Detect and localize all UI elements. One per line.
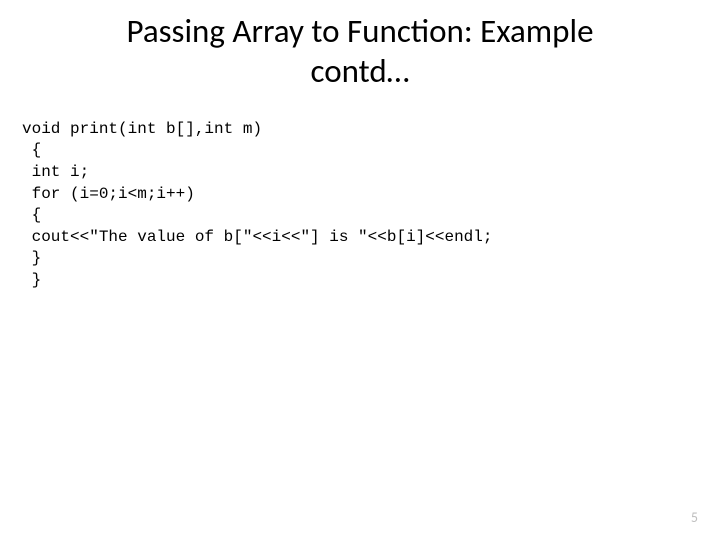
title-line-1: Passing Array to Function: Example	[127, 11, 594, 51]
code-line: int i;	[22, 163, 89, 181]
code-line: {	[22, 141, 41, 159]
slide-title: Passing Array to Function: Example contd…	[0, 0, 720, 91]
title-line-2: contd…	[311, 51, 410, 91]
code-block: void print(int b[],int m) { int i; for (…	[0, 91, 720, 313]
slide: Passing Array to Function: Example contd…	[0, 0, 720, 540]
code-line: void print(int b[],int m)	[22, 120, 262, 138]
code-line: }	[22, 271, 41, 289]
code-line: for (i=0;i<m;i++)	[22, 185, 195, 203]
code-line: {	[22, 206, 41, 224]
page-number: 5	[691, 509, 698, 526]
code-line: cout<<"The value of b["<<i<<"] is "<<b[i…	[22, 228, 492, 246]
code-line: }	[22, 249, 41, 267]
